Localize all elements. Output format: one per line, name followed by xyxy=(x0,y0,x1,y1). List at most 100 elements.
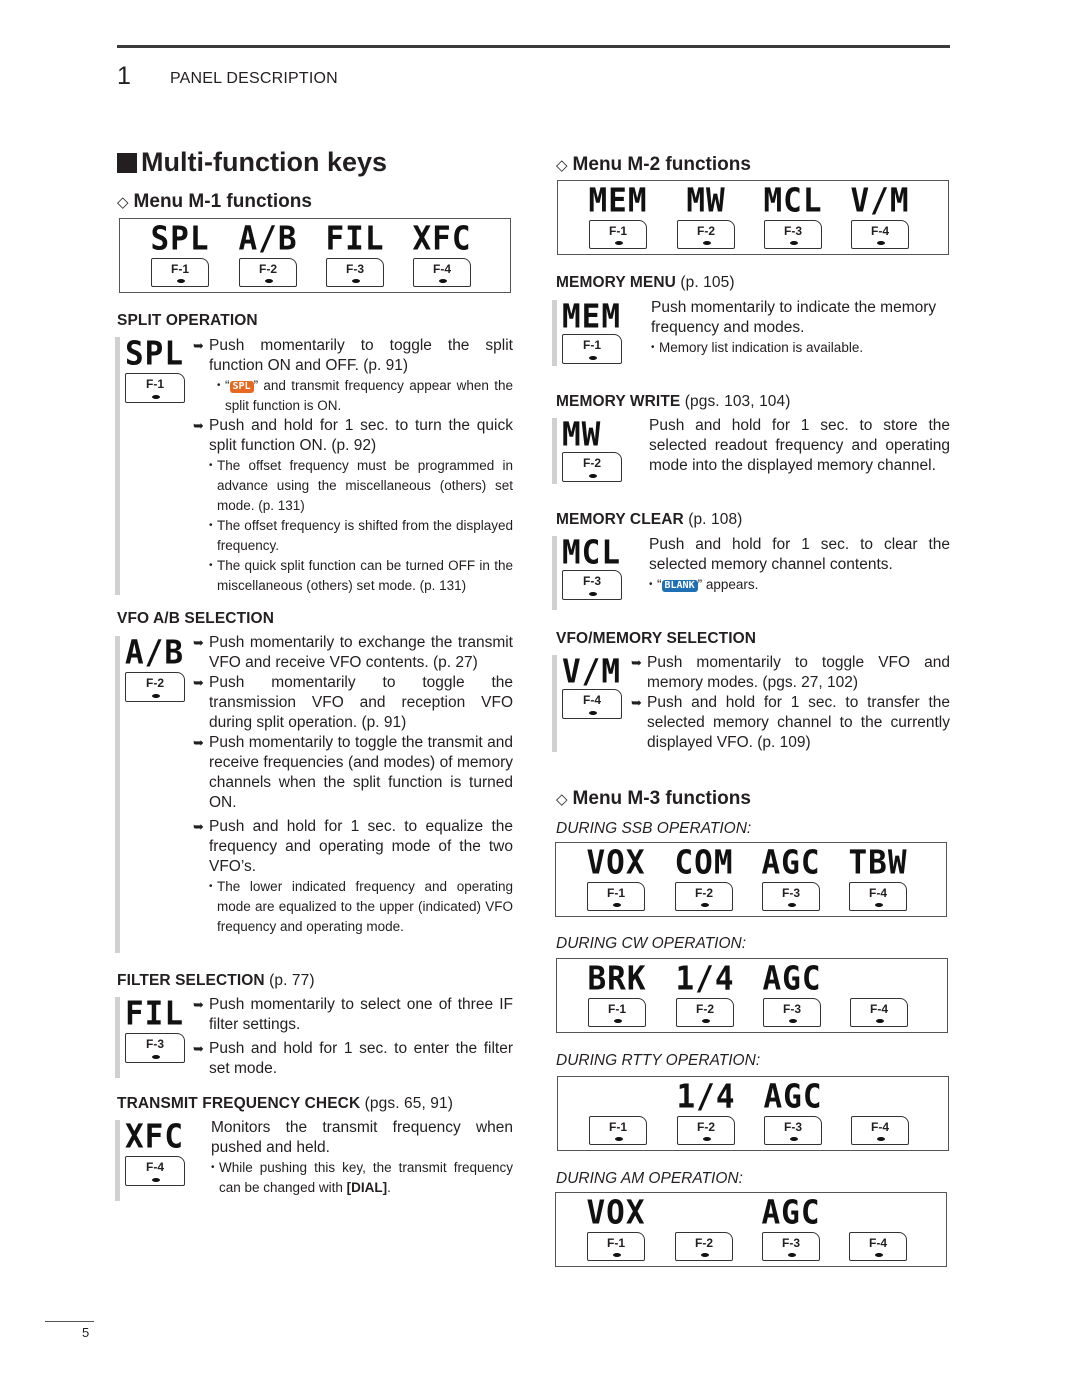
arrow-icon: ➥ xyxy=(193,1041,204,1056)
f1-key[interactable]: F-1 xyxy=(562,334,622,364)
f2-key[interactable]: F-2 xyxy=(125,672,185,702)
arrow-icon: ➥ xyxy=(193,819,204,834)
section-title: Multi-function keys xyxy=(117,147,387,178)
vfoab-heading: VFO A/B SELECTION xyxy=(117,610,274,627)
function-key-label: F-1 xyxy=(607,886,625,900)
side-bar xyxy=(115,1120,120,1201)
function-key-2[interactable]: F-2 xyxy=(677,220,735,249)
function-key-cell: FIL F-3 xyxy=(325,220,385,287)
function-key-1[interactable]: F-1 xyxy=(589,1116,647,1145)
function-key-label: F-4 xyxy=(871,1120,889,1134)
lcd-label: FIL xyxy=(325,220,385,258)
f3-key[interactable]: F-3 xyxy=(125,1033,185,1063)
am-mode-label: DURING AM OPERATION: xyxy=(556,1170,743,1187)
menu-m1-title-text: Menu M-1 functions xyxy=(133,191,312,212)
key-indicator-icon xyxy=(788,903,796,907)
function-key-label: F-2 xyxy=(697,224,715,238)
menu-m1-title: ◇ Menu M-1 functions xyxy=(117,191,312,213)
vfoab-icon: A/B F-2 xyxy=(125,634,187,702)
f1-key[interactable]: F-1 xyxy=(125,373,185,403)
side-bar xyxy=(115,997,120,1078)
f3-key[interactable]: F-3 xyxy=(562,570,622,600)
menu-m2-title-text: Menu M-2 functions xyxy=(572,154,751,175)
function-key-2[interactable]: F-2 xyxy=(677,1116,735,1145)
menu-m1-panel: SPL F-1 A/B F-2 FIL F-3 XFC F-4 xyxy=(119,218,511,293)
lcd-label: AGC xyxy=(761,844,821,882)
side-bar xyxy=(552,536,557,610)
function-key-label: F-3 xyxy=(784,224,802,238)
function-key-3[interactable]: F-3 xyxy=(762,882,820,911)
function-key-2[interactable]: F-2 xyxy=(239,258,297,287)
function-key-cell: MCL F-3 xyxy=(763,182,823,249)
key-indicator-icon xyxy=(615,241,623,245)
function-key-label: F-1 xyxy=(609,1120,627,1134)
function-key-4[interactable]: F-4 xyxy=(849,1232,907,1261)
split-icon: SPL F-1 xyxy=(125,336,187,403)
function-key-1[interactable]: F-1 xyxy=(588,998,646,1027)
f4-key[interactable]: F-4 xyxy=(562,689,622,719)
function-key-4[interactable]: F-4 xyxy=(850,998,908,1027)
lcd-label: MW xyxy=(686,182,726,220)
key-indicator-icon xyxy=(439,279,447,283)
function-key-label: F-4 xyxy=(869,886,887,900)
memwrite-icon: MW F-2 xyxy=(562,417,624,482)
key-indicator-icon xyxy=(876,1019,884,1023)
arrow-icon: ➥ xyxy=(193,735,204,750)
memmenu-item: MEM F-1 xyxy=(552,298,642,366)
top-rule xyxy=(117,45,950,48)
key-indicator-icon xyxy=(702,1019,710,1023)
menu-m3-title: ◇ Menu M-3 functions xyxy=(556,788,751,810)
function-key-3[interactable]: F-3 xyxy=(763,998,821,1027)
function-key-2[interactable]: F-2 xyxy=(675,882,733,911)
memmenu-lcd: MEM xyxy=(562,298,621,336)
function-key-3[interactable]: F-3 xyxy=(762,1232,820,1261)
vfoab-lcd: A/B xyxy=(125,634,184,672)
function-key-3[interactable]: F-3 xyxy=(764,1116,822,1145)
function-key-1[interactable]: F-1 xyxy=(587,882,645,911)
key-indicator-icon xyxy=(614,1019,622,1023)
key-indicator-icon xyxy=(265,279,273,283)
lcd-label xyxy=(850,1079,910,1115)
function-key-cell: 1/4 F-2 xyxy=(675,961,735,1027)
function-key-4[interactable]: F-4 xyxy=(849,882,907,911)
function-key-4[interactable]: F-4 xyxy=(851,220,909,249)
function-key-1[interactable]: F-1 xyxy=(587,1232,645,1261)
lcd-label: MCL xyxy=(763,182,823,220)
memclear-lcd: MCL xyxy=(562,534,621,572)
memwrite-heading: MEMORY WRITE (pgs. 103, 104) xyxy=(556,393,791,410)
key-indicator-icon xyxy=(703,241,711,245)
lcd-label: A/B xyxy=(238,220,298,258)
function-key-label: F-2 xyxy=(259,262,277,276)
function-key-4[interactable]: F-4 xyxy=(851,1116,909,1145)
page-number: 5 xyxy=(82,1325,90,1340)
function-key-3[interactable]: F-3 xyxy=(326,258,384,287)
chapter-number: 1 xyxy=(117,62,131,90)
function-key-label: F-4 xyxy=(871,224,889,238)
lcd-label xyxy=(674,1195,734,1231)
f2-key[interactable]: F-2 xyxy=(562,452,622,482)
function-key-2[interactable]: F-2 xyxy=(676,998,734,1027)
black-square-icon xyxy=(117,152,137,173)
function-key-cell: AGC F-3 xyxy=(762,961,822,1027)
function-key-2[interactable]: F-2 xyxy=(675,1232,733,1261)
function-key-cell: A/B F-2 xyxy=(238,220,298,287)
lcd-label: VOX xyxy=(586,1194,646,1232)
function-key-cell: F-4 xyxy=(850,1080,910,1145)
lcd-label: XFC xyxy=(412,220,472,258)
lcd-label xyxy=(588,1079,648,1115)
function-key-4[interactable]: F-4 xyxy=(413,258,471,287)
function-key-cell: 1/4 F-2 xyxy=(676,1079,736,1145)
function-key-1[interactable]: F-1 xyxy=(589,220,647,249)
rtty-mode-label: DURING RTTY OPERATION: xyxy=(556,1052,761,1069)
f4-key[interactable]: F-4 xyxy=(125,1156,185,1186)
function-key-cell: V/M F-4 xyxy=(850,183,910,249)
am-panel: VOX F-1 F-2 AGC F-3 F-4 xyxy=(555,1192,947,1267)
lcd-label: MEM xyxy=(588,182,648,220)
lcd-label: AGC xyxy=(763,1078,823,1116)
vfomem-text: ➥ Push momentarily to toggle VFO and memo… xyxy=(631,654,950,751)
function-key-3[interactable]: F-3 xyxy=(764,220,822,249)
lcd-label: TBW xyxy=(848,844,908,882)
function-key-label: F-4 xyxy=(869,1236,887,1250)
function-key-1[interactable]: F-1 xyxy=(151,258,209,287)
key-indicator-icon xyxy=(788,1253,796,1257)
